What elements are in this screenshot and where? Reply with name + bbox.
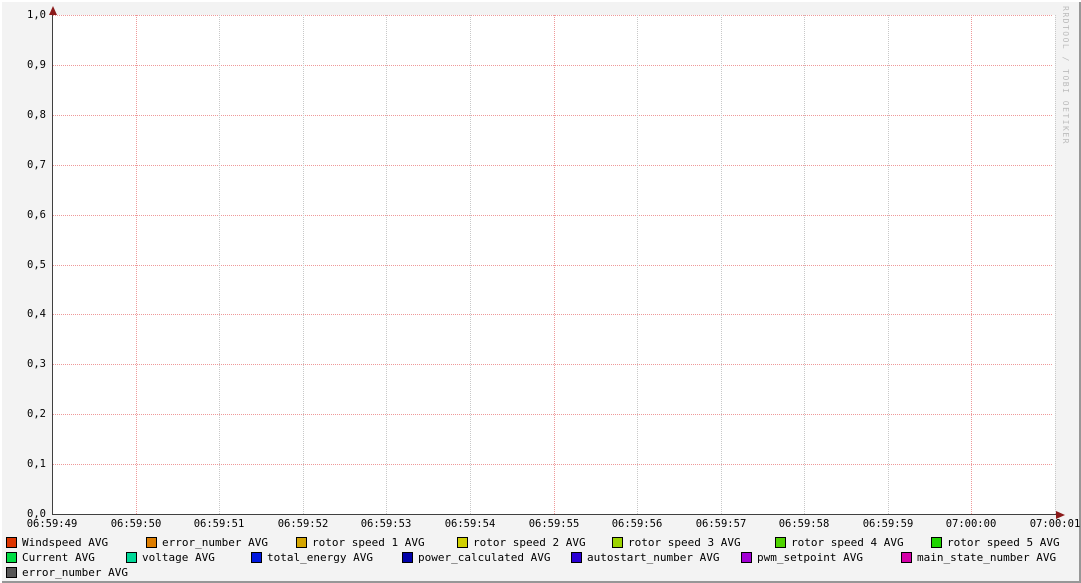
y-tick-label: 1,0 [0,9,46,21]
y-tick-label: 0,1 [0,458,46,470]
legend-label: power_calculated AVG [418,551,550,564]
x-tick-label: 06:59:57 [691,518,751,530]
legend-label: error_number AVG [162,536,268,549]
legend-color-swatch [251,552,262,563]
legend-color-swatch [901,552,912,563]
y-tick-label: 0,5 [0,259,46,271]
x-tick-label: 07:00:01 [1025,518,1081,530]
y-axis-arrow-icon [49,6,57,15]
legend-label: total_energy AVG [267,551,373,564]
legend-color-swatch [6,567,17,578]
x-tick-label: 06:59:55 [524,518,584,530]
x-tick-label: 06:59:56 [607,518,667,530]
y-tick-label: 0,2 [0,408,46,420]
x-gridline [303,15,304,514]
x-gridline [637,15,638,514]
x-tick-label: 06:59:54 [440,518,500,530]
legend-color-swatch [775,537,786,548]
x-gridline [136,15,137,514]
legend-color-swatch [402,552,413,563]
legend-color-swatch [296,537,307,548]
legend-color-swatch [457,537,468,548]
legend-color-swatch [6,552,17,563]
y-gridline [53,364,1053,365]
rrdtool-graph-image: 1,00,90,80,70,60,50,40,30,20,10,0 06:59:… [0,0,1081,583]
y-gridline [53,215,1053,216]
y-tick-label: 0,7 [0,159,46,171]
y-gridline [53,314,1053,315]
y-gridline [53,15,1053,16]
y-tick-label: 0,6 [0,209,46,221]
y-axis-line [52,9,53,515]
y-gridline [53,65,1053,66]
legend-label: pwm_setpoint AVG [757,551,863,564]
x-gridline [219,15,220,514]
x-axis-line [52,514,1057,515]
legend-label: voltage AVG [142,551,215,564]
x-tick-label: 07:00:00 [941,518,1001,530]
y-gridline [53,265,1053,266]
x-tick-label: 06:59:49 [22,518,82,530]
x-tick-label: 06:59:52 [273,518,333,530]
x-tick-label: 06:59:53 [356,518,416,530]
x-gridline [1055,15,1056,514]
legend-color-swatch [126,552,137,563]
rrdtool-watermark: RRDTOOL / TOBI OETIKER [1061,6,1070,145]
legend-color-swatch [741,552,752,563]
legend-label: Current AVG [22,551,95,564]
legend-label: error_number AVG [22,566,128,579]
y-tick-label: 0,9 [0,59,46,71]
legend-label: rotor speed 5 AVG [947,536,1060,549]
legend-label: rotor speed 1 AVG [312,536,425,549]
legend-label: main_state_number AVG [917,551,1056,564]
x-gridline [554,15,555,514]
x-gridline [971,15,972,514]
x-tick-label: 06:59:59 [858,518,918,530]
x-gridline [804,15,805,514]
x-tick-label: 06:59:58 [774,518,834,530]
legend-label: rotor speed 3 AVG [628,536,741,549]
x-gridline [386,15,387,514]
legend-color-swatch [571,552,582,563]
y-gridline [53,464,1053,465]
y-gridline [53,414,1053,415]
legend-color-swatch [6,537,17,548]
y-gridline [53,165,1053,166]
legend-color-swatch [931,537,942,548]
legend-color-swatch [612,537,623,548]
y-tick-label: 0,8 [0,109,46,121]
legend-color-swatch [146,537,157,548]
y-gridline [53,115,1053,116]
x-tick-label: 06:59:51 [189,518,249,530]
y-tick-label: 0,3 [0,358,46,370]
x-gridline [470,15,471,514]
legend-label: autostart_number AVG [587,551,719,564]
x-tick-label: 06:59:50 [106,518,166,530]
legend-label: Windspeed AVG [22,536,108,549]
y-tick-label: 0,4 [0,308,46,320]
x-gridline [721,15,722,514]
x-gridline [888,15,889,514]
legend-label: rotor speed 2 AVG [473,536,586,549]
legend-label: rotor speed 4 AVG [791,536,904,549]
